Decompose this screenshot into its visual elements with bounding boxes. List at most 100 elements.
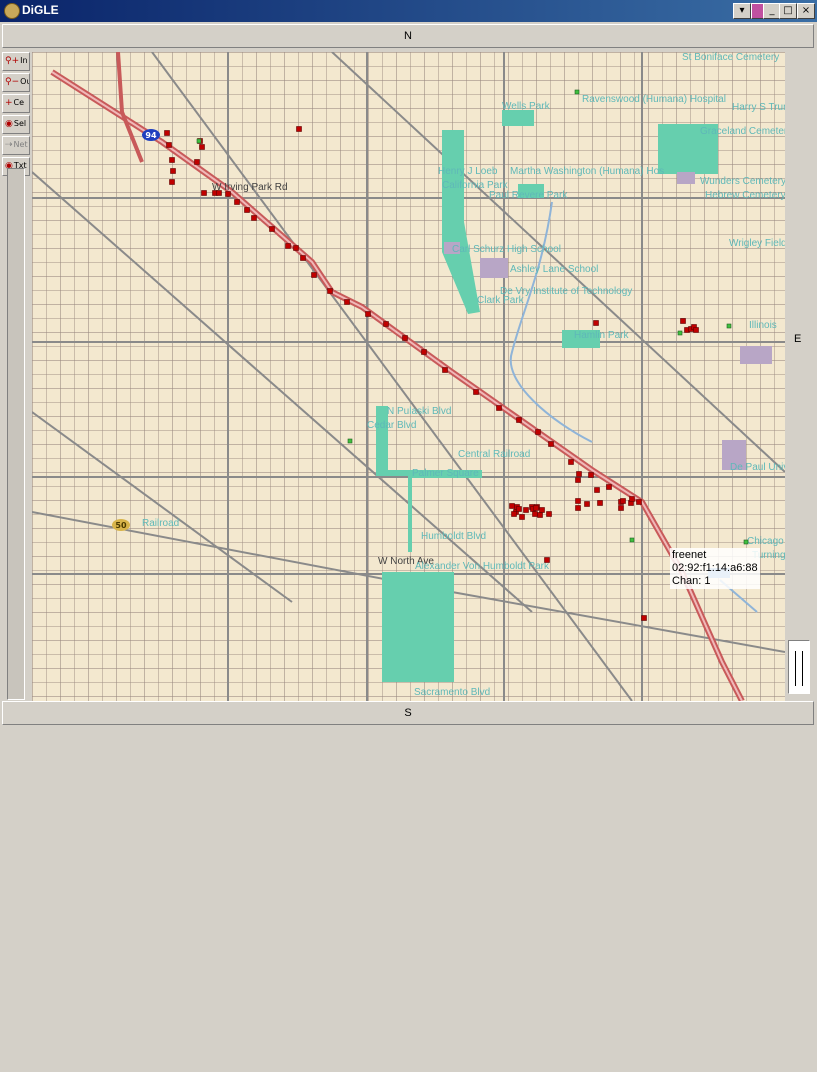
map-view[interactable]: W Irving Park Rd Wells Park Ravenswood (Hu… (32, 52, 785, 701)
wifi-point-marker[interactable] (166, 142, 172, 148)
wifi-point-marker[interactable] (511, 511, 517, 517)
wifi-point-marker[interactable] (164, 130, 170, 136)
wifi-point-marker[interactable] (594, 487, 600, 493)
open-wifi-point-marker[interactable] (196, 138, 202, 144)
wifi-point-marker[interactable] (402, 335, 408, 341)
wifi-point-marker[interactable] (629, 496, 635, 502)
callout-bssid: 02:92:f1:14:a6:88 (672, 562, 758, 574)
zoom-slider-track[interactable] (7, 168, 25, 700)
close-button[interactable]: × (797, 3, 815, 19)
tool-label: In (20, 56, 28, 65)
wifi-point-marker[interactable] (199, 144, 205, 150)
wifi-point-marker[interactable] (523, 507, 529, 513)
map-label: Carl Schurz High School (452, 244, 561, 255)
tool-zoom-out-button[interactable]: ⚲−Out (2, 73, 30, 92)
map-label: De Paul Univ (730, 462, 785, 473)
wifi-point-marker[interactable] (641, 615, 647, 621)
wifi-point-marker[interactable] (539, 507, 545, 513)
wifi-point-marker[interactable] (269, 226, 275, 232)
wifi-point-marker[interactable] (568, 459, 574, 465)
wifi-point-marker[interactable] (194, 159, 200, 165)
open-wifi-point-marker[interactable] (726, 323, 732, 329)
wifi-point-marker[interactable] (311, 272, 317, 278)
wifi-point-marker[interactable] (546, 511, 552, 517)
wifi-point-marker[interactable] (584, 501, 590, 507)
tool-label: Ce (13, 98, 25, 107)
wifi-point-marker[interactable] (383, 321, 389, 327)
tool-label: Sel (13, 119, 27, 128)
select-icon: ◉ (5, 119, 13, 129)
pan-south-button[interactable]: S (2, 701, 814, 725)
wifi-point-marker[interactable] (575, 505, 581, 511)
map-label: Wunders Cemetery (700, 176, 785, 187)
wifi-point-marker[interactable] (169, 157, 175, 163)
open-wifi-point-marker[interactable] (677, 330, 683, 336)
map-label: Illinois (749, 320, 777, 331)
wifi-point-marker[interactable] (532, 511, 538, 517)
wifi-point-marker[interactable] (251, 215, 257, 221)
tool-select-button[interactable]: ◉Sel (2, 115, 30, 134)
wifi-point-marker[interactable] (170, 168, 176, 174)
tool-zoom-in-button[interactable]: ⚲+In (2, 52, 30, 71)
wifi-point-marker[interactable] (234, 199, 240, 205)
wifi-point-marker[interactable] (421, 349, 427, 355)
open-wifi-point-marker[interactable] (743, 539, 749, 545)
wifi-point-marker[interactable] (576, 471, 582, 477)
tool-center-button[interactable]: +Ce (2, 94, 30, 113)
map-label: Wells Park (502, 101, 551, 112)
wifi-point-marker[interactable] (365, 311, 371, 317)
wifi-point-marker[interactable] (509, 503, 515, 509)
wifi-point-marker[interactable] (544, 557, 550, 563)
wifi-point-marker[interactable] (575, 477, 581, 483)
wifi-point-marker[interactable] (597, 500, 603, 506)
center-icon: + (5, 98, 13, 108)
window-title: DiGLE (22, 3, 59, 17)
wifi-point-marker[interactable] (293, 245, 299, 251)
wifi-point-marker[interactable] (519, 514, 525, 520)
zoom-indicator (795, 651, 803, 686)
wifi-point-marker[interactable] (473, 389, 479, 395)
network-callout[interactable]: freenet 02:92:f1:14:a6:88 Chan: 1 (670, 548, 760, 589)
window-extra-button[interactable]: ▾ (733, 3, 751, 19)
wifi-point-marker[interactable] (537, 512, 543, 518)
wifi-point-marker[interactable] (618, 505, 624, 511)
wifi-point-marker[interactable] (327, 288, 333, 294)
wifi-point-marker[interactable] (344, 299, 350, 305)
highway-shield-number: 50 (115, 521, 127, 530)
wifi-point-marker[interactable] (533, 505, 539, 511)
wifi-point-marker[interactable] (285, 243, 291, 249)
wifi-point-marker[interactable] (693, 327, 699, 333)
wifi-point-marker[interactable] (201, 190, 207, 196)
pan-north-button[interactable]: N (2, 24, 814, 48)
tool-label: Out (20, 77, 29, 86)
wifi-point-marker[interactable] (593, 320, 599, 326)
wifi-point-marker[interactable] (496, 405, 502, 411)
wifi-point-marker[interactable] (244, 207, 250, 213)
wifi-point-marker[interactable] (636, 499, 642, 505)
map-label: Cedar Blvd (367, 420, 416, 431)
wifi-point-marker[interactable] (442, 367, 448, 373)
wifi-point-marker[interactable] (680, 318, 686, 324)
wifi-point-marker[interactable] (296, 126, 302, 132)
tool-panel: ⚲+In⚲−Out+Ce◉Sel⇢Net◉Txt (2, 52, 30, 178)
wifi-point-marker[interactable] (548, 441, 554, 447)
wifi-point-marker[interactable] (516, 506, 522, 512)
wifi-point-marker[interactable] (606, 484, 612, 490)
wifi-point-marker[interactable] (588, 472, 594, 478)
wifi-point-marker[interactable] (300, 255, 306, 261)
wifi-point-marker[interactable] (516, 417, 522, 423)
tool-network-button[interactable]: ⇢Net (2, 136, 30, 155)
wifi-point-marker[interactable] (169, 179, 175, 185)
maximize-button[interactable]: □ (779, 3, 797, 19)
wifi-point-marker[interactable] (216, 190, 222, 196)
map-canvas[interactable]: W Irving Park Rd Wells Park Ravenswood (Hu… (32, 52, 785, 701)
open-wifi-point-marker[interactable] (574, 89, 580, 95)
wifi-point-marker[interactable] (620, 498, 626, 504)
open-wifi-point-marker[interactable] (629, 537, 635, 543)
zoom-level-box[interactable] (788, 640, 810, 694)
wifi-point-marker[interactable] (225, 191, 231, 197)
title-bar[interactable]: DiGLE ▾ _ □ × (0, 0, 817, 22)
wifi-point-marker[interactable] (575, 498, 581, 504)
wifi-point-marker[interactable] (535, 429, 541, 435)
open-wifi-point-marker[interactable] (347, 438, 353, 444)
